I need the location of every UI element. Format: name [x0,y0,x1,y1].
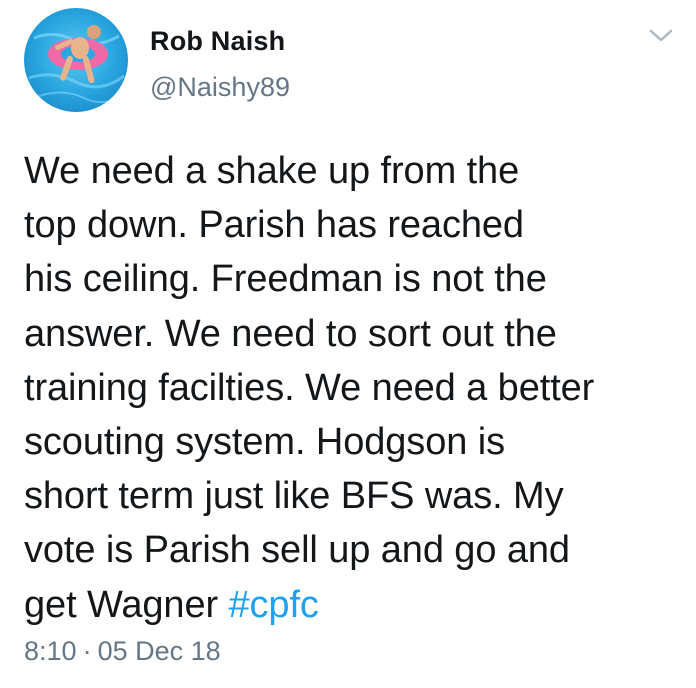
tweet-line: top down. Parish has reached [24,204,524,247]
tweet-line: training facilties. We need a better [24,366,595,409]
tweet-line: his ceiling. Freedman is not the [24,258,547,301]
tweet-timestamp[interactable]: 8:10 · 05 Dec 18 [24,636,221,667]
tweet-time: 8:10 [24,636,77,666]
tweet-date: 05 Dec 18 [97,636,221,666]
tweet-line: answer. We need to sort out the [24,312,557,355]
display-name[interactable]: Rob Naish [150,26,285,57]
tweet-line: short term just like BFS was. My [24,475,564,518]
tweet-line: scouting system. Hodgson is [24,421,505,464]
meta-separator: · [82,636,92,666]
tweet-line-text: get Wagner [24,583,229,626]
tweet-text: We need a shake up from the top down. Pa… [24,144,674,632]
tweet-card: Rob Naish @Naishy89 We need a shake up f… [0,0,696,688]
tweet-line: We need a shake up from the [24,150,520,192]
hashtag-link[interactable]: #cpfc [229,584,319,626]
tweet-line: vote is Parish sell up and go and [24,529,570,572]
chevron-down-icon[interactable] [648,27,674,45]
user-handle[interactable]: @Naishy89 [150,72,290,103]
tweet-line-last: get Wagner #cpfc [24,578,674,632]
avatar[interactable] [24,8,128,112]
